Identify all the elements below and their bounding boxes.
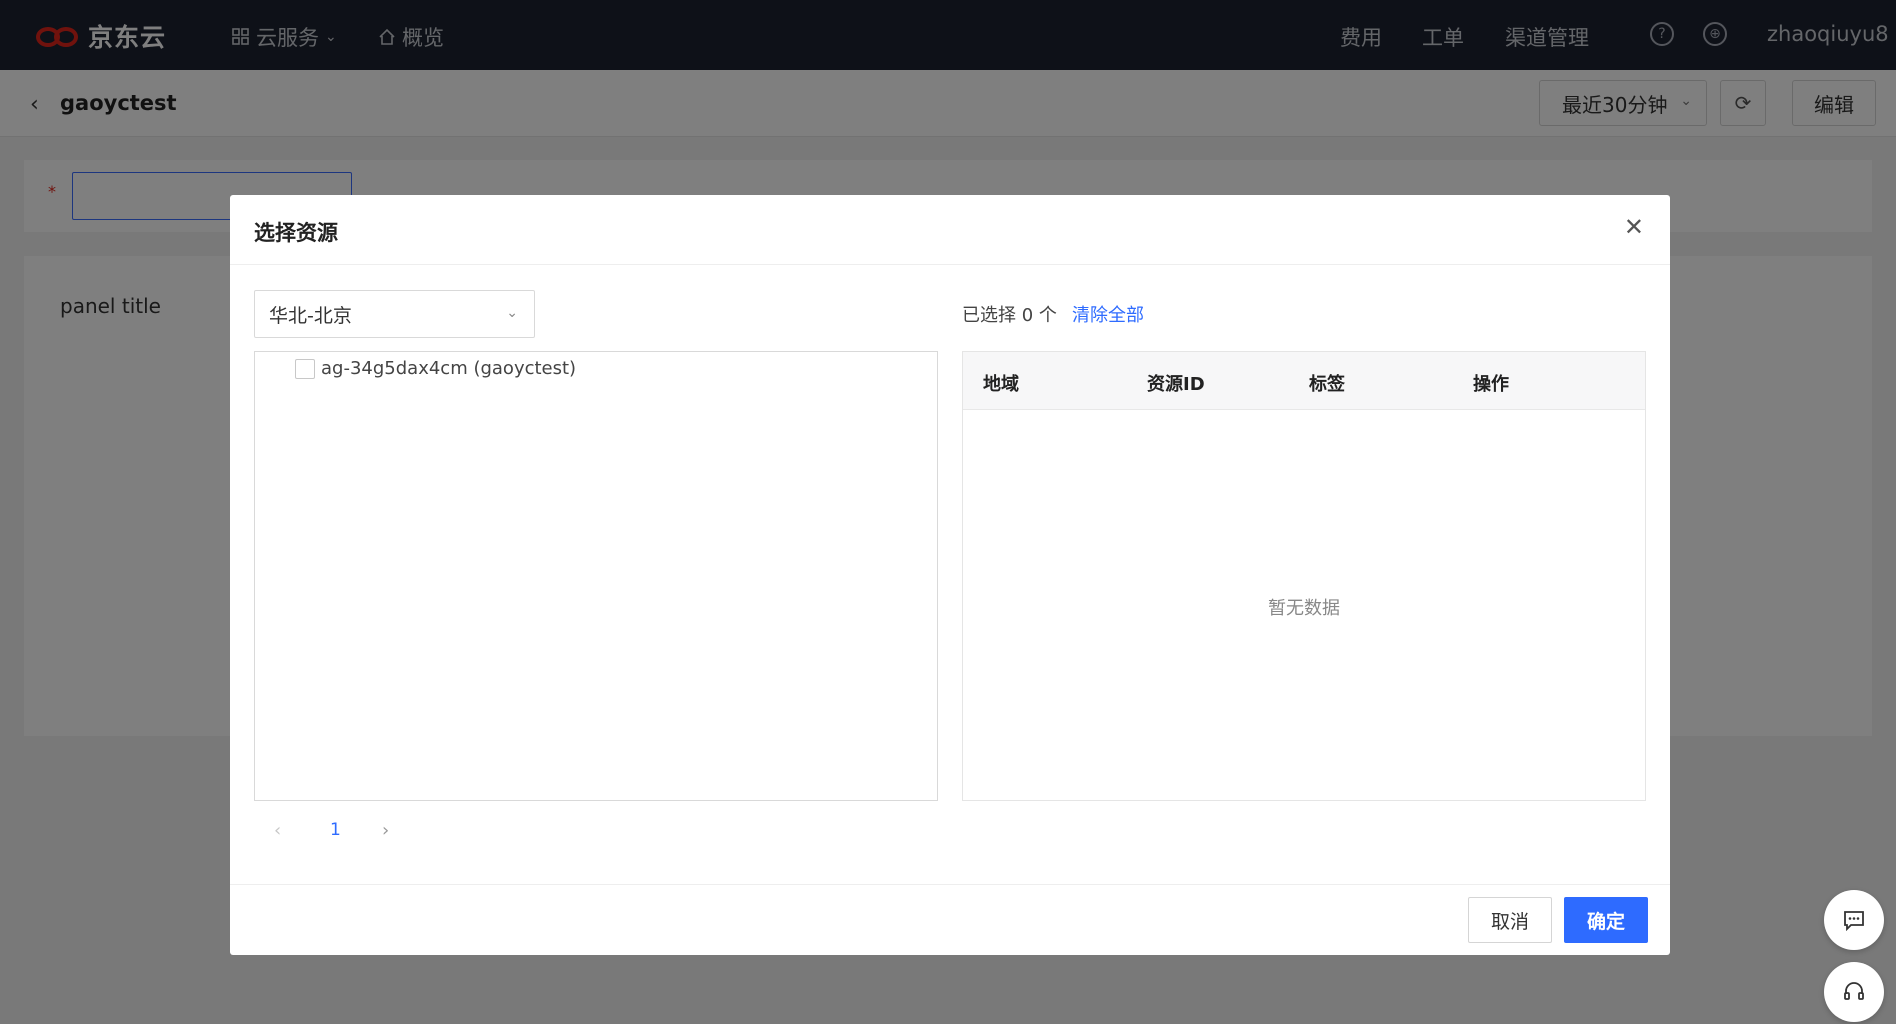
cancel-button[interactable]: 取消 [1468, 897, 1552, 943]
modal-title: 选择资源 [254, 221, 338, 245]
modal-header: 选择资源 ✕ [230, 195, 1670, 265]
chat-button[interactable] [1824, 890, 1884, 950]
region-select[interactable]: 华北-北京 ⌄ [254, 290, 535, 338]
empty-state: 暂无数据 [1268, 598, 1340, 619]
column-header-region: 地域 [983, 374, 1019, 395]
column-header-actions: 操作 [1473, 374, 1509, 395]
chat-icon [1844, 911, 1864, 931]
page-number[interactable]: 1 [330, 820, 341, 840]
chevron-down-icon: ⌄ [506, 305, 518, 321]
tree-item-label: ag-34g5dax4cm (gaoyctest) [321, 358, 577, 379]
table-header: 地域 资源ID 标签 操作 [963, 352, 1645, 410]
chevron-right-icon[interactable]: › [382, 820, 389, 841]
support-button[interactable] [1824, 962, 1884, 1022]
chevron-left-icon[interactable]: ‹ [274, 820, 281, 841]
resource-tree: ag-34g5dax4cm (gaoyctest) [254, 351, 938, 801]
confirm-button[interactable]: 确定 [1564, 897, 1648, 943]
pagination: ‹ 1 › [254, 820, 554, 850]
tree-item[interactable]: ag-34g5dax4cm (gaoyctest) [295, 358, 576, 379]
headset-icon [1844, 982, 1864, 1000]
tree-item-checkbox[interactable] [295, 358, 315, 379]
selected-table: 地域 资源ID 标签 操作 暂无数据 [962, 351, 1646, 801]
region-value: 华北-北京 [269, 304, 352, 327]
clear-all-link[interactable]: 清除全部 [1072, 301, 1144, 327]
close-icon[interactable]: ✕ [1624, 213, 1644, 241]
column-header-resource-id: 资源ID [1147, 374, 1205, 395]
column-header-tags: 标签 [1309, 374, 1345, 395]
select-resource-modal: 选择资源 ✕ 华北-北京 ⌄ ag-34g5dax4cm (gaoyctest)… [230, 195, 1670, 955]
selected-count: 已选择 0 个 [962, 305, 1057, 326]
modal-footer: 取消 确定 [230, 884, 1670, 955]
